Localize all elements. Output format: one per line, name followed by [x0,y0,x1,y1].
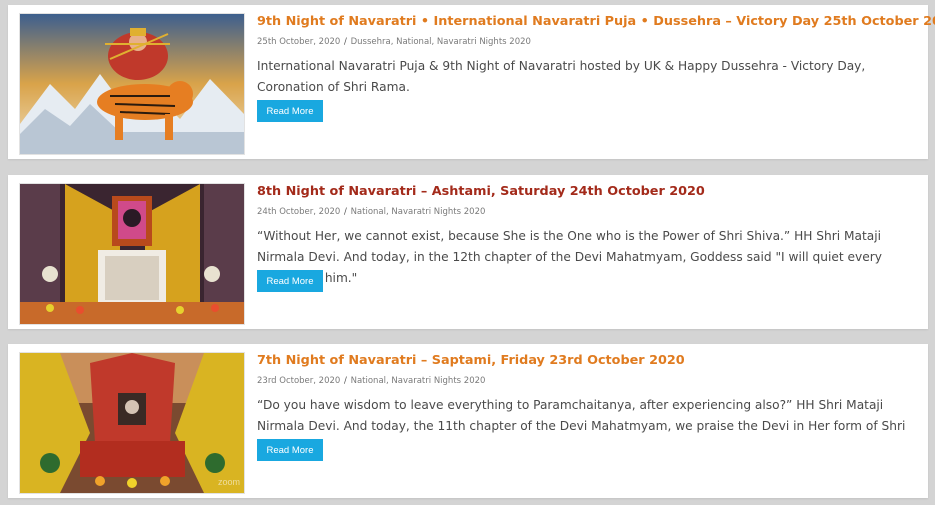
meta-separator: / [344,37,347,47]
post-meta: 23rd October, 2020 / National, Navaratri… [257,376,485,386]
post-card: zoom 7th Night of Navaratri – Saptami, F… [8,344,928,498]
read-more-button[interactable]: Read More [257,100,323,122]
post-excerpt: International Navaratri Puja & 9th Night… [257,59,866,94]
post-title[interactable]: 7th Night of Navaratri – Saptami, Friday… [257,353,918,369]
post-title[interactable]: 8th Night of Navaratri – Ashtami, Saturd… [257,184,918,200]
read-more-button[interactable]: Read More [257,439,323,461]
read-more-button[interactable]: Read More [257,270,323,292]
post-thumbnail[interactable] [19,183,245,325]
puja-altar-image [20,353,244,493]
post-title[interactable]: 9th Night of Navaratri • International N… [257,14,935,30]
image-caption: zoom [217,477,240,487]
post-excerpt: “Do you have wisdom to leave everything … [257,398,906,454]
post-categories[interactable]: Dussehra, National, Navaratri Nights 202… [351,37,531,47]
post-excerpt: “Without Her, we cannot exist, because S… [257,229,882,285]
post-date: 24th October, 2020 [257,207,341,217]
post-thumbnail[interactable]: zoom [19,352,245,494]
post-meta: 24th October, 2020 / National, Navaratri… [257,207,485,217]
post-date: 25th October, 2020 [257,37,341,47]
puja-altar-image [20,184,244,324]
goddess-tiger-image [20,14,244,154]
post-thumbnail[interactable] [19,13,245,155]
post-card: 8th Night of Navaratri – Ashtami, Saturd… [8,175,928,329]
meta-separator: / [344,207,347,217]
post-meta: 25th October, 2020 / Dussehra, National,… [257,37,531,47]
post-categories[interactable]: National, Navaratri Nights 2020 [351,376,486,386]
meta-separator: / [344,376,347,386]
post-categories[interactable]: National, Navaratri Nights 2020 [351,207,486,217]
post-card: 9th Night of Navaratri • International N… [8,5,935,159]
post-date: 23rd October, 2020 [257,376,341,386]
